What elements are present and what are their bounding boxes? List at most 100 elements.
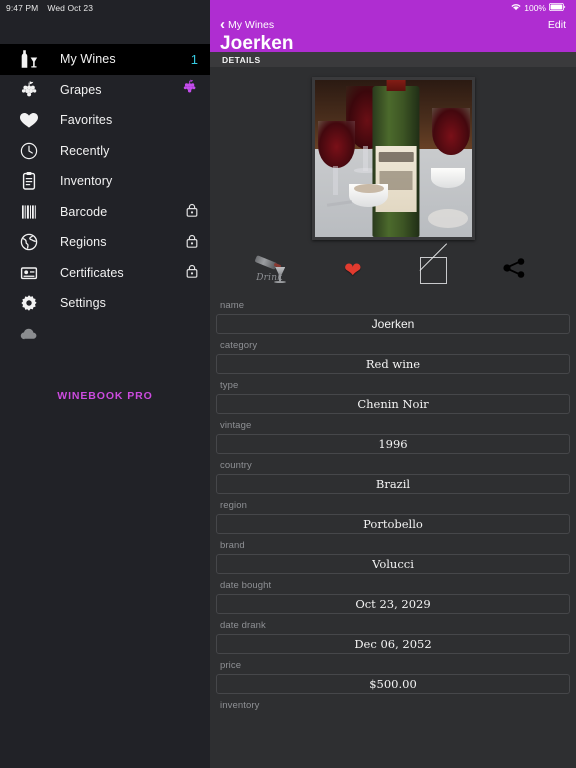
photo-bottle-capsule xyxy=(386,80,406,91)
field-value-country[interactable]: Brazil xyxy=(216,474,570,494)
sidebar-item-accessory xyxy=(172,203,198,220)
drink-pour-icon: Drink xyxy=(254,253,289,287)
sidebar-item-count: 1 xyxy=(190,51,198,67)
sidebar-item-accessory xyxy=(172,234,198,251)
sidebar-item-settings[interactable]: Settings xyxy=(0,288,210,319)
wifi-icon xyxy=(511,3,521,13)
sidebar-item-label: Grapes xyxy=(60,82,102,97)
sidebar-item-regions[interactable]: Regions xyxy=(0,227,210,258)
app-root: 9:47 PM Wed Oct 23 My Wines 1 Grapes Favori… xyxy=(0,0,576,768)
photo-wine-glass-left xyxy=(317,120,356,168)
back-button-label: My Wines xyxy=(228,19,275,31)
sidebar-item-grapes[interactable]: Grapes xyxy=(0,75,210,106)
action-button-row: Drink ❤ xyxy=(210,248,576,292)
field-label-price: price xyxy=(220,660,242,671)
edit-button[interactable]: Edit xyxy=(548,19,566,31)
status-bar-date: Wed Oct 23 xyxy=(47,3,94,13)
wine-photo[interactable] xyxy=(311,77,475,240)
field-label-category: category xyxy=(220,340,258,351)
sidebar-item-label: Regions xyxy=(60,235,107,250)
lock-icon xyxy=(186,234,198,251)
section-header-details: DETAILS xyxy=(210,52,576,67)
field-value-type[interactable]: Chenin Noir xyxy=(216,394,570,414)
field-label-date-drank: date drank xyxy=(220,620,266,631)
sidebar-item-label: My Wines xyxy=(60,52,116,67)
detail-body: Drink ❤ name Joerken category Red wine t… xyxy=(210,77,576,768)
grapes-icon xyxy=(14,79,44,101)
status-bar-time: 9:47 PM xyxy=(6,3,39,13)
sidebar-item-label: Barcode xyxy=(60,204,108,219)
rating-button[interactable] xyxy=(393,250,474,290)
chevron-left-icon: ‹ xyxy=(220,15,225,33)
field-value-category[interactable]: Red wine xyxy=(216,354,570,374)
field-label-type: type xyxy=(220,380,239,391)
battery-full-icon xyxy=(549,3,566,13)
no-rating-slash-icon xyxy=(419,256,447,284)
sidebar-item-label: Recently xyxy=(60,143,110,158)
field-value-brand[interactable]: Volucci xyxy=(216,554,570,574)
field-label-name: name xyxy=(220,300,245,311)
lock-icon xyxy=(186,264,198,281)
back-button[interactable]: ‹ My Wines xyxy=(220,15,275,33)
nav-bar: 100% ‹ My Wines Edit Joerken xyxy=(210,0,576,54)
field-value-vintage[interactable]: 1996 xyxy=(216,434,570,454)
sidebar-item-accessory xyxy=(172,79,198,100)
photo-glass-stem-left xyxy=(333,166,339,195)
field-value-date-bought[interactable]: Oct 23, 2029 xyxy=(216,594,570,614)
sidebar-item-recently[interactable]: Recently xyxy=(0,136,210,167)
heart-icon: ❤ xyxy=(343,258,362,282)
sidebar: 9:47 PM Wed Oct 23 My Wines 1 Grapes Favori… xyxy=(0,0,210,768)
gear-icon xyxy=(14,292,44,314)
drink-label: Drink xyxy=(256,273,283,283)
detail-pane: 100% ‹ My Wines Edit Joerken DETAILS Dri… xyxy=(210,0,576,768)
sidebar-item-accessory: 1 xyxy=(172,52,198,67)
status-bar-right: 100% xyxy=(220,0,566,16)
winebook-pro-promo[interactable]: WINEBOOK PRO xyxy=(0,390,210,402)
share-button[interactable] xyxy=(474,250,555,290)
field-value-price[interactable]: $500.00 xyxy=(216,674,570,694)
photo-bottle-label-text xyxy=(378,152,414,162)
field-label-country: country xyxy=(220,460,252,471)
sidebar-item-favorites[interactable]: Favorites xyxy=(0,105,210,136)
sidebar-item-accessory xyxy=(172,264,198,281)
drink-button[interactable]: Drink xyxy=(232,250,313,290)
sidebar-item-barcode[interactable]: Barcode xyxy=(0,197,210,228)
sidebar-item-inventory[interactable]: Inventory xyxy=(0,166,210,197)
photo-dish-food xyxy=(353,183,384,194)
wine-bottle-glass-icon xyxy=(14,48,44,70)
heart-icon xyxy=(14,109,44,131)
share-icon xyxy=(502,257,526,284)
field-label-vintage: vintage xyxy=(220,420,252,431)
clipboard-icon xyxy=(14,170,44,192)
sidebar-item-label: Settings xyxy=(60,296,106,311)
sidebar-item-label: Favorites xyxy=(60,113,113,128)
globe-icon xyxy=(14,231,44,253)
status-bar-left: 9:47 PM Wed Oct 23 xyxy=(0,0,210,16)
page-title: Joerken xyxy=(220,33,294,54)
cloud-icon xyxy=(14,323,44,345)
lock-icon xyxy=(186,203,198,220)
field-label-brand: brand xyxy=(220,540,245,551)
detail-field-list: name Joerken category Red wine type Chenin No… xyxy=(210,292,576,714)
field-label-inventory: inventory xyxy=(220,700,260,711)
sidebar-item-certificates[interactable]: Certificates xyxy=(0,258,210,289)
field-label-date-bought: date bought xyxy=(220,580,272,591)
sidebar-item-list: My Wines 1 Grapes Favorites Recently Inventor… xyxy=(0,16,210,349)
field-value-date-drank[interactable]: Dec 06, 2052 xyxy=(216,634,570,654)
grapes-badge-icon xyxy=(181,79,198,100)
battery-percent-label: 100% xyxy=(524,3,546,13)
field-value-region[interactable]: Portobello xyxy=(216,514,570,534)
photo-plate xyxy=(427,208,469,228)
nav-bar-top-row: ‹ My Wines Edit xyxy=(220,16,566,34)
favorite-button[interactable]: ❤ xyxy=(313,250,394,290)
field-label-region: region xyxy=(220,500,248,511)
clock-icon xyxy=(14,140,44,162)
photo-wine-glass-right xyxy=(432,108,470,156)
sidebar-item-cloud[interactable] xyxy=(0,319,210,350)
barcode-icon xyxy=(14,201,44,223)
sidebar-item-label: Inventory xyxy=(60,174,113,189)
sidebar-item-my-wines[interactable]: My Wines 1 xyxy=(0,44,210,75)
certificate-icon xyxy=(14,262,44,284)
sidebar-item-label: Certificates xyxy=(60,265,124,280)
field-value-name[interactable]: Joerken xyxy=(216,314,570,334)
